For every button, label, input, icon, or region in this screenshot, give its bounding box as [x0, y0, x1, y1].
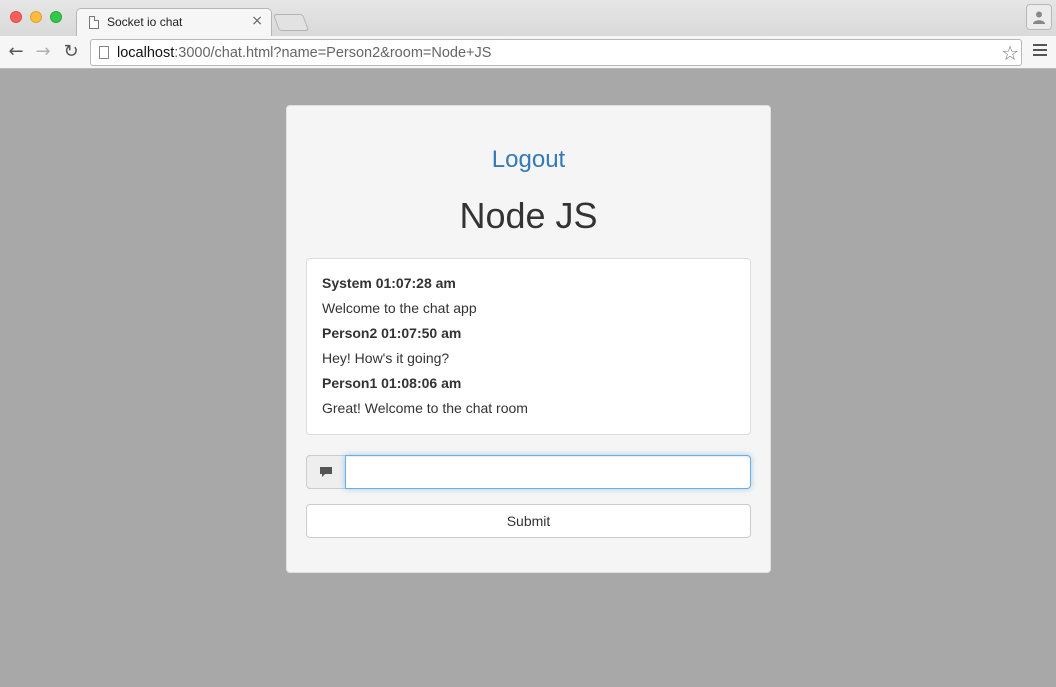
list-item: Person2 01:07:50 am Hey! How's it going?	[322, 321, 735, 371]
url-text[interactable]: localhost:3000/chat.html?name=Person2&ro…	[117, 45, 491, 61]
url-path: :3000/chat.html?name=Person2&room=Node+J…	[174, 45, 492, 61]
new-tab-button[interactable]	[272, 14, 310, 31]
comment-icon	[320, 467, 332, 477]
room-title: Node JS	[459, 195, 598, 236]
minimize-window-button[interactable]	[30, 11, 42, 23]
browser-titlebar: Socket io chat ×	[0, 0, 1056, 36]
maximize-window-button[interactable]	[50, 11, 62, 23]
list-item: Person1 01:08:06 am Great! Welcome to th…	[322, 371, 735, 421]
message-meta: Person2 01:07:50 am	[322, 325, 462, 341]
message-text: Great! Welcome to the chat room	[322, 400, 528, 416]
submit-button[interactable]: Submit	[306, 504, 751, 538]
message-meta: System 01:07:28 am	[322, 275, 456, 291]
person-icon	[1033, 11, 1045, 24]
message-text: Hey! How's it going?	[322, 350, 450, 366]
forward-arrow-icon[interactable]: →	[33, 42, 53, 62]
reload-icon[interactable]: ↻	[61, 42, 81, 62]
message-text: Welcome to the chat app	[322, 300, 477, 316]
tab-close-icon[interactable]: ×	[251, 13, 263, 29]
page-icon	[99, 46, 109, 59]
message-meta: Person1 01:08:06 am	[322, 375, 462, 391]
browser-tab[interactable]: Socket io chat ×	[76, 8, 272, 36]
browser-toolbar: ← → ↻ localhost:3000/chat.html?name=Pers…	[0, 36, 1056, 69]
message-list: System 01:07:28 am Welcome to the chat a…	[306, 258, 751, 435]
input-addon	[306, 455, 345, 489]
url-host: localhost	[117, 45, 175, 61]
list-item: System 01:07:28 am Welcome to the chat a…	[322, 271, 735, 321]
message-input-group	[306, 455, 751, 489]
chat-panel: Logout Node JS System 01:07:28 am Welcom…	[286, 105, 771, 573]
logout-link[interactable]: Logout	[287, 146, 770, 174]
tab-title: Socket io chat	[107, 15, 183, 29]
close-window-button[interactable]	[10, 11, 22, 23]
hamburger-menu-icon[interactable]	[1033, 44, 1047, 58]
profile-button[interactable]	[1026, 4, 1052, 30]
star-icon[interactable]: ☆	[1001, 41, 1019, 65]
address-bar[interactable]: localhost:3000/chat.html?name=Person2&ro…	[90, 39, 1022, 66]
message-input[interactable]	[345, 455, 751, 489]
document-icon	[89, 16, 99, 29]
back-arrow-icon[interactable]: ←	[6, 42, 26, 62]
